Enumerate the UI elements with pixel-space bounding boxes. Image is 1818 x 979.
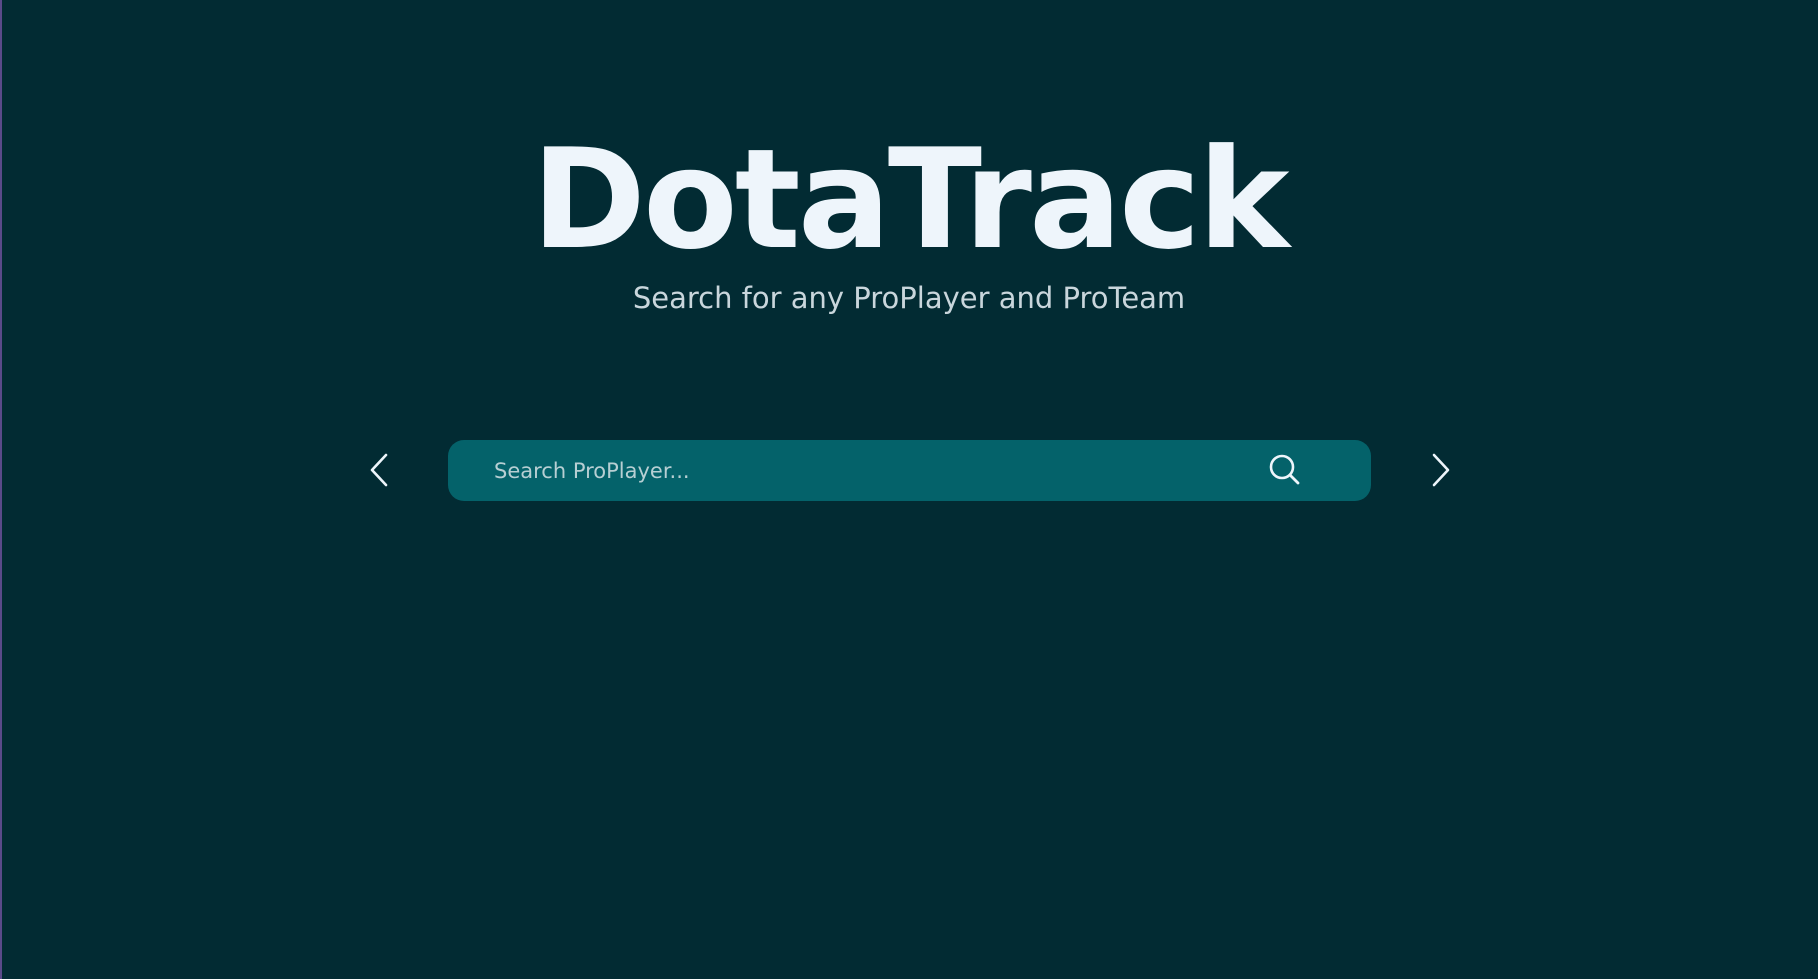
chevron-left-icon bbox=[370, 453, 388, 487]
previous-button[interactable] bbox=[360, 450, 400, 490]
next-button[interactable] bbox=[1420, 450, 1460, 490]
search-input[interactable] bbox=[494, 440, 1254, 501]
search-bar bbox=[448, 440, 1371, 501]
search-icon bbox=[1269, 454, 1300, 485]
search-row bbox=[0, 440, 1818, 502]
chevron-right-icon bbox=[1432, 453, 1450, 487]
brand-title: DotaTrack bbox=[531, 119, 1289, 280]
page-subtitle: Search for any ProPlayer and ProTeam bbox=[632, 281, 1186, 315]
search-button[interactable] bbox=[1265, 450, 1305, 490]
